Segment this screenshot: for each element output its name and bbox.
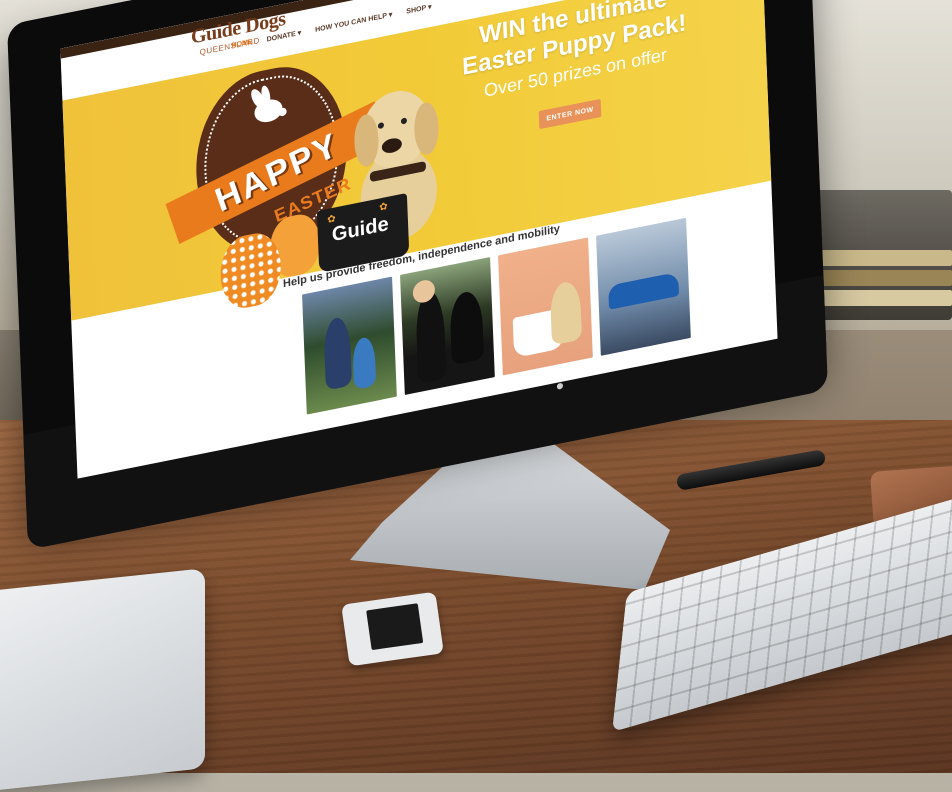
smartphone: [341, 591, 444, 667]
paw-icon: ✿: [379, 200, 388, 214]
merchandise-photo[interactable]: [498, 237, 593, 376]
nav-how-you-can-help[interactable]: HOW YOU CAN HELP: [315, 10, 392, 34]
laptop: [0, 568, 205, 792]
enter-now-button[interactable]: ENTER NOW: [538, 98, 602, 130]
woman-with-guide-dog-photo[interactable]: [400, 257, 495, 395]
car-photo[interactable]: [596, 217, 691, 356]
nav-shop[interactable]: SHOP: [406, 3, 432, 16]
family-photo[interactable]: [302, 276, 397, 415]
